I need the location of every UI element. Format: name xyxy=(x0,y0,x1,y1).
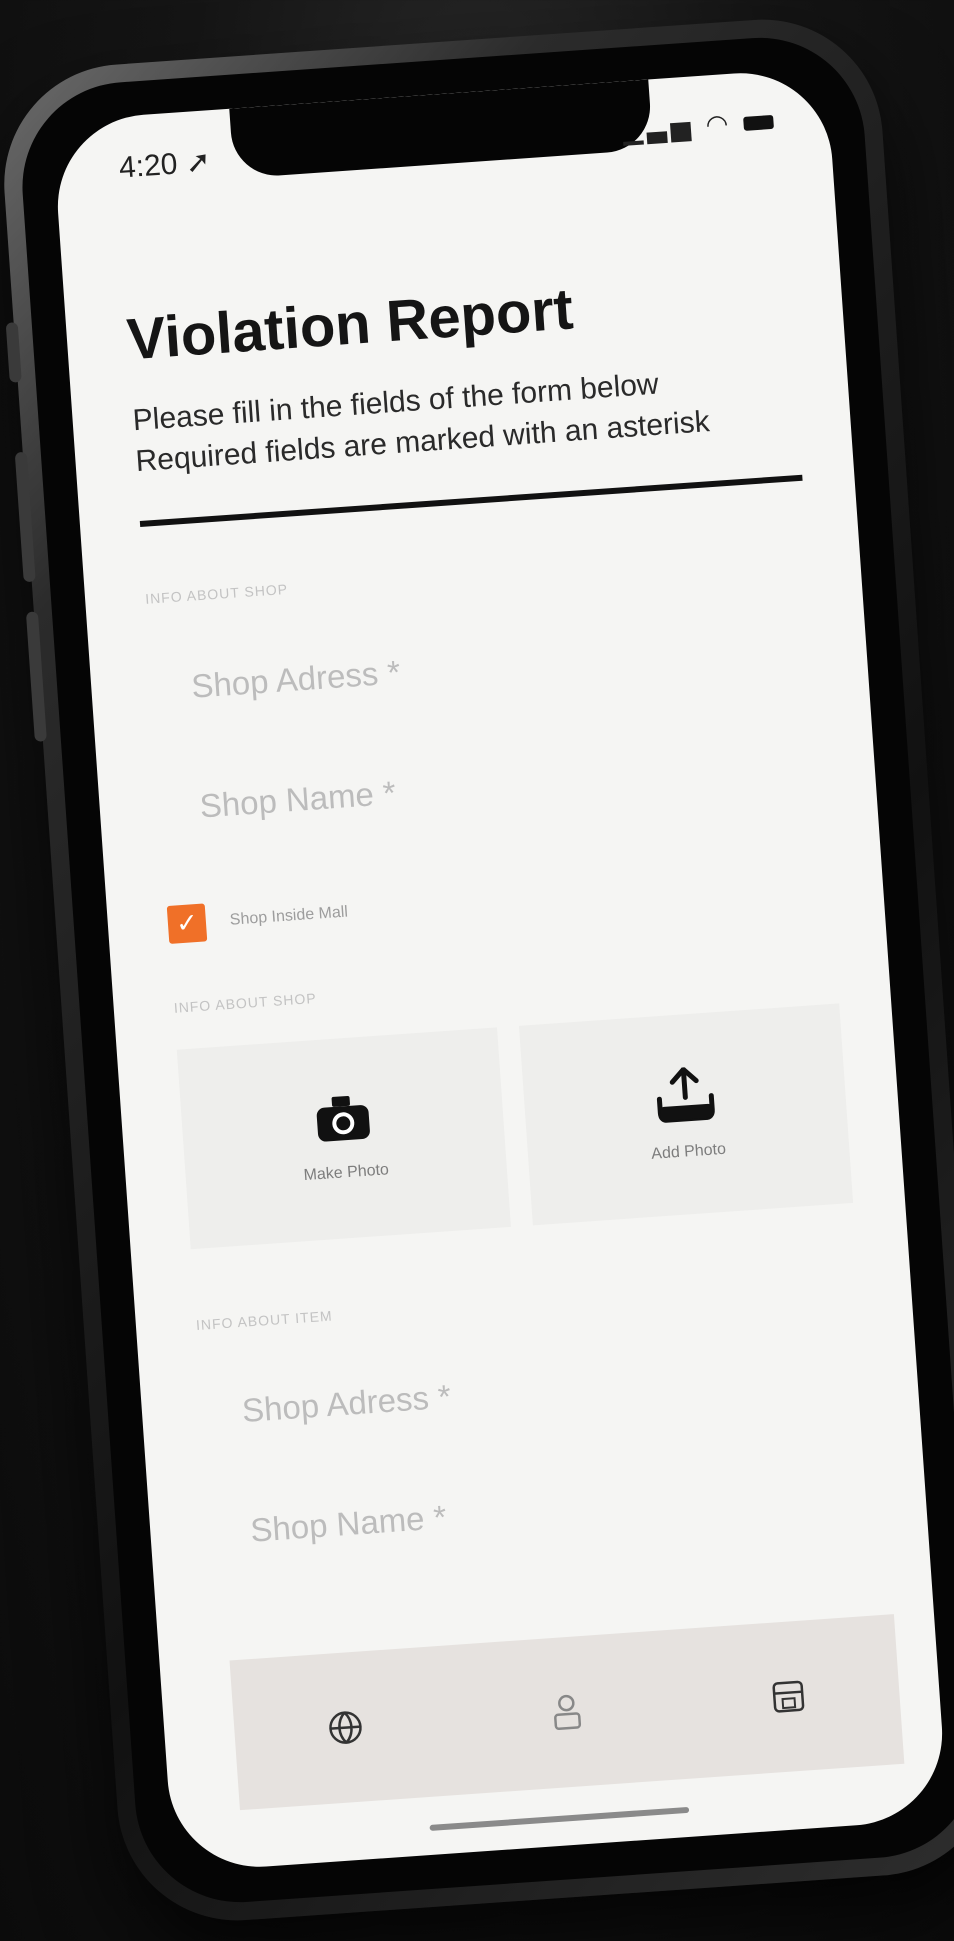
home-indicator xyxy=(429,1806,690,1831)
mute-switch xyxy=(5,322,22,383)
location-arrow-icon: ➚ xyxy=(184,145,212,180)
shop-name-field[interactable]: Shop Name * xyxy=(199,744,824,825)
form-content: Violation Report Please fill in the fiel… xyxy=(125,260,874,1552)
camera-icon xyxy=(313,1092,372,1144)
item-shop-address-field[interactable]: Shop Adress * xyxy=(241,1348,866,1429)
shop-inside-mall-label: Shop Inside Mall xyxy=(229,903,349,929)
shop-inside-mall-row[interactable]: ✓ Shop Inside Mall xyxy=(166,859,832,944)
shop-address-field[interactable]: Shop Adress * xyxy=(190,624,815,705)
add-photo-label: Add Photo xyxy=(650,1140,727,1163)
volume-down-button xyxy=(25,611,47,742)
make-photo-button[interactable]: Make Photo xyxy=(176,1026,511,1249)
phone-frame: 4:20 ➚ ▁▃▅ ◠ Violation Report Please fil… xyxy=(0,11,954,1929)
notch xyxy=(229,79,654,179)
user-icon[interactable] xyxy=(541,1687,592,1738)
header-divider xyxy=(139,474,803,527)
section-label-item-info: INFO ABOUT ITEM xyxy=(195,1307,334,1333)
section-label-shop-info: INFO ABOUT SHOP xyxy=(144,580,289,607)
item-shop-name-field[interactable]: Shop Name * xyxy=(249,1468,874,1549)
signal-icon: ▁▃▅ xyxy=(621,110,696,146)
volume-up-button xyxy=(14,451,36,583)
shop-inside-mall-checkbox[interactable]: ✓ xyxy=(166,903,208,944)
bottom-tab-bar xyxy=(229,1614,905,1811)
phone-bezel: 4:20 ➚ ▁▃▅ ◠ Violation Report Please fil… xyxy=(15,30,954,1910)
page-subtitle: Please fill in the fields of the form be… xyxy=(131,367,711,478)
add-photo-button[interactable]: Add Photo xyxy=(518,1003,854,1225)
device-stage: 4:20 ➚ ▁▃▅ ◠ Violation Report Please fil… xyxy=(0,0,954,1941)
section-label-shop-photos: INFO ABOUT SHOP xyxy=(173,989,318,1016)
battery-icon xyxy=(743,114,774,132)
make-photo-label: Make Photo xyxy=(303,1160,390,1184)
globe-icon[interactable] xyxy=(320,1702,371,1753)
status-bar-time: 4:20 ➚ xyxy=(118,144,212,185)
phone-screen: 4:20 ➚ ▁▃▅ ◠ Violation Report Please fil… xyxy=(51,67,949,1873)
wifi-icon: ◠ xyxy=(704,107,734,140)
upload-icon xyxy=(653,1065,717,1123)
photo-actions: Make Photo Add Photo xyxy=(176,1003,854,1249)
time-text: 4:20 xyxy=(117,147,179,185)
shop-icon[interactable] xyxy=(763,1671,814,1722)
page-title: Violation Report xyxy=(124,276,576,373)
